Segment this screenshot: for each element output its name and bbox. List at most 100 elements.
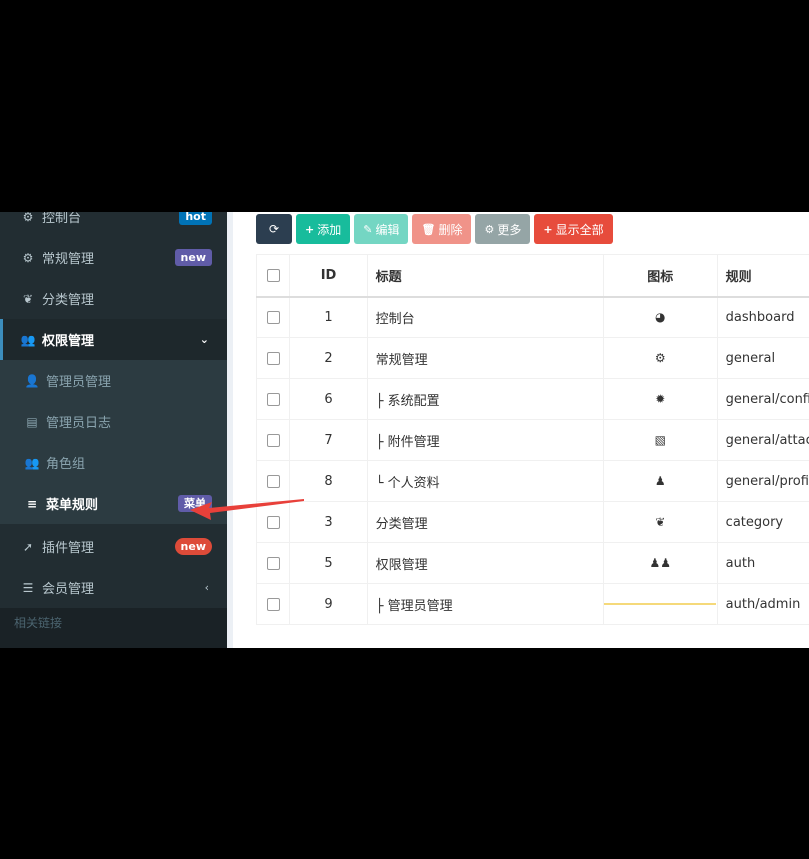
table-row[interactable]: 1 控制台 ◕ dashboard <box>255 296 809 338</box>
cell-rule: category <box>716 501 809 543</box>
cell-id: 6 <box>289 378 368 420</box>
cog-icon: ✹ <box>655 391 666 406</box>
sidebar-item-label: 会员管理 <box>42 582 95 597</box>
row-checkbox[interactable] <box>266 556 280 570</box>
row-checkbox[interactable] <box>266 351 280 365</box>
cell-icon: ❦ <box>602 501 718 543</box>
refresh-button[interactable]: ⟳ <box>256 214 292 244</box>
sidebar-item-label: 常规管理 <box>42 252 95 267</box>
file-image-icon: ▧ <box>654 432 666 447</box>
cell-title: ├ 系统配置 <box>366 378 604 420</box>
edit-label: 编辑 <box>375 222 400 237</box>
cell-id: 7 <box>289 419 368 461</box>
cell-title: ├ 附件管理 <box>366 419 604 461</box>
sidebar-item-label: 角色组 <box>46 457 86 472</box>
edit-button[interactable]: ✎ 编辑 <box>354 214 409 244</box>
table-header-row: ID 标题 图标 规则 <box>255 254 809 298</box>
table-row[interactable]: 9 ├ 管理员管理 auth/admin <box>255 583 809 625</box>
sidebar-item-label: 管理员日志 <box>46 416 112 431</box>
trash-icon: 🗑 <box>421 222 436 236</box>
col-title[interactable]: 标题 <box>366 254 604 298</box>
sidebar-item-user[interactable]: ☰ 会员管理 ‹ <box>0 567 227 608</box>
row-checkbox-cell[interactable] <box>255 419 291 461</box>
col-id[interactable]: ID <box>289 254 368 298</box>
cell-title: 权限管理 <box>366 542 604 584</box>
toolbar: ⟳ + 添加 ✎ 编辑 🗑 删除 ⚙ 更多 + 显示全部 <box>256 214 613 244</box>
user-icon: ♟ <box>654 473 666 488</box>
sidebar-item-addon[interactable]: ➚ 插件管理 new <box>0 526 227 567</box>
show-all-button[interactable]: + 显示全部 <box>534 214 613 244</box>
cell-icon: ⚙ <box>602 337 718 379</box>
rocket-icon: ➚ <box>22 539 34 554</box>
plus-icon: + <box>543 222 553 236</box>
new-badge: new <box>174 249 212 266</box>
col-icon[interactable]: 图标 <box>602 254 718 298</box>
cell-icon: ♟♟ <box>602 542 718 584</box>
sidebar-item-auth[interactable]: 👥 权限管理 ⌄ <box>0 319 227 360</box>
app-window: ⚙ 控制台 hot ⚙ 常规管理 new ❦ 分类管理 👥 权限管理 ⌄ 👤 管… <box>0 212 809 648</box>
sidebar-item-label: 插件管理 <box>42 541 95 556</box>
cell-id: 5 <box>289 542 368 584</box>
row-checkbox[interactable] <box>266 597 280 611</box>
col-rule[interactable]: 规则 <box>716 254 809 298</box>
new-badge: new <box>174 538 212 555</box>
cell-title: 分类管理 <box>366 501 604 543</box>
more-button[interactable]: ⚙ 更多 <box>475 214 531 244</box>
cell-title: 控制台 <box>366 296 604 338</box>
row-checkbox-cell[interactable] <box>255 460 291 502</box>
row-checkbox[interactable] <box>266 433 280 447</box>
dashboard-icon: ⚙ <box>22 212 34 224</box>
main-content: ⟳ + 添加 ✎ 编辑 🗑 删除 ⚙ 更多 + 显示全部 ID 标题 图标 规则… <box>227 212 809 648</box>
cell-rule: general/profile <box>716 460 809 502</box>
dashboard-icon: ◕ <box>654 309 666 324</box>
row-checkbox-cell[interactable] <box>255 296 291 338</box>
cog-icon: ⚙ <box>484 222 495 236</box>
table-row[interactable]: 2 常规管理 ⚙ general <box>255 337 809 379</box>
sidebar-item-label: 分类管理 <box>42 293 95 308</box>
pencil-icon: ✎ <box>363 222 373 236</box>
row-checkbox[interactable] <box>266 474 280 488</box>
delete-button[interactable]: 🗑 删除 <box>412 214 472 244</box>
row-checkbox-cell[interactable] <box>255 542 291 584</box>
group-icon: ♟♟ <box>649 555 671 570</box>
sidebar-item-adminlog[interactable]: ▤ 管理员日志 <box>0 401 227 442</box>
row-checkbox[interactable] <box>266 392 280 406</box>
cell-title: 常规管理 <box>366 337 604 379</box>
cell-icon: ◕ <box>602 296 718 338</box>
table-row[interactable]: 6 ├ 系统配置 ✹ general/config <box>255 378 809 420</box>
chevron-down-icon: ⌄ <box>199 333 209 346</box>
annotation-arrow-icon <box>190 499 304 520</box>
sidebar-item-label: 菜单规则 <box>46 498 99 513</box>
select-all-checkbox[interactable] <box>266 268 280 282</box>
row-checkbox[interactable] <box>266 310 280 324</box>
row-checkbox-cell[interactable] <box>255 337 291 379</box>
table-row[interactable]: 7 ├ 附件管理 ▧ general/attachment <box>255 419 809 461</box>
sidebar-item-label: 管理员管理 <box>46 375 112 390</box>
cell-rule: auth/admin <box>716 583 809 625</box>
select-all-checkbox-cell[interactable] <box>255 254 291 298</box>
cell-rule: general <box>716 337 809 379</box>
sidebar-item-group[interactable]: 👥 角色组 <box>0 442 227 483</box>
more-label: 更多 <box>497 222 522 237</box>
hot-badge: hot <box>179 212 212 225</box>
cell-rule: general/config <box>716 378 809 420</box>
sidebar-item-admin[interactable]: 👤 管理员管理 <box>0 360 227 401</box>
sidebar-item-general[interactable]: ⚙ 常规管理 new <box>0 237 227 278</box>
group-icon: 👥 <box>20 332 36 347</box>
group-icon: 👥 <box>24 455 40 470</box>
sidebar: ⚙ 控制台 hot ⚙ 常规管理 new ❦ 分类管理 👥 权限管理 ⌄ 👤 管… <box>0 212 227 648</box>
section-header: 相关链接 <box>0 608 227 648</box>
cell-icon: ✹ <box>602 378 718 420</box>
add-button[interactable]: + 添加 <box>296 214 351 244</box>
list-icon: ☰ <box>22 580 34 595</box>
sidebar-item-label: 权限管理 <box>42 334 95 349</box>
table-row[interactable]: 3 分类管理 ❦ category <box>255 501 809 543</box>
sidebar-item-dashboard[interactable]: ⚙ 控制台 hot <box>0 212 227 237</box>
sidebar-item-category[interactable]: ❦ 分类管理 <box>0 278 227 319</box>
row-checkbox-cell[interactable] <box>255 583 291 625</box>
show-all-label: 显示全部 <box>555 222 604 237</box>
row-checkbox-cell[interactable] <box>255 378 291 420</box>
table-row[interactable]: 8 └ 个人资料 ♟ general/profile <box>255 460 809 502</box>
table-row[interactable]: 5 权限管理 ♟♟ auth <box>255 542 809 584</box>
cell-icon: ♟ <box>602 460 718 502</box>
